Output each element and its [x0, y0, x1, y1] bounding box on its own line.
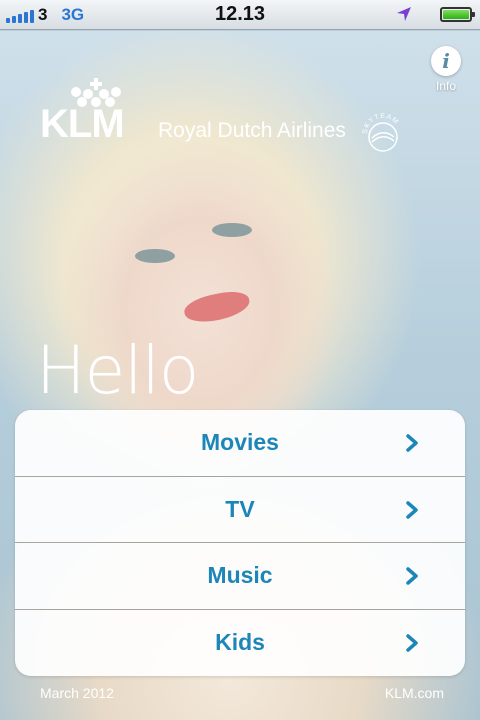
hello-heading: Hello	[36, 332, 199, 409]
footer-date: March 2012	[40, 685, 114, 701]
hero-photo-eye-left	[135, 249, 175, 263]
skyteam-logo: SKYTEAM	[362, 113, 399, 152]
brand-tagline: Royal Dutch Airlines	[158, 119, 346, 142]
status-bar: 3 3G 12.13	[0, 0, 480, 30]
menu-item-kids[interactable]: Kids	[15, 609, 465, 676]
chevron-right-icon	[406, 633, 418, 652]
menu-item-label: Movies	[201, 429, 279, 456]
info-icon[interactable]: i	[431, 46, 461, 76]
chevron-right-icon	[406, 434, 418, 452]
menu-item-label: Kids	[215, 629, 265, 656]
main-menu: Movies TV Music Kids	[15, 410, 465, 676]
menu-item-movies[interactable]: Movies	[15, 410, 465, 477]
chevron-right-icon	[406, 567, 418, 585]
menu-item-music[interactable]: Music	[15, 543, 465, 610]
info-button[interactable]: i Info	[426, 46, 466, 93]
menu-item-label: TV	[225, 495, 255, 522]
hero-photo-eye-right	[212, 223, 252, 237]
footer-link[interactable]: KLM.com	[385, 685, 444, 701]
menu-item-label: Music	[207, 562, 273, 589]
info-label: Info	[435, 79, 456, 93]
location-arrow-icon	[397, 7, 411, 21]
chevron-right-icon	[406, 500, 418, 519]
menu-item-tv[interactable]: TV	[15, 476, 465, 543]
brand-name: KLM	[40, 102, 125, 146]
hero-photo-lips	[182, 287, 252, 327]
battery-icon	[440, 7, 475, 22]
